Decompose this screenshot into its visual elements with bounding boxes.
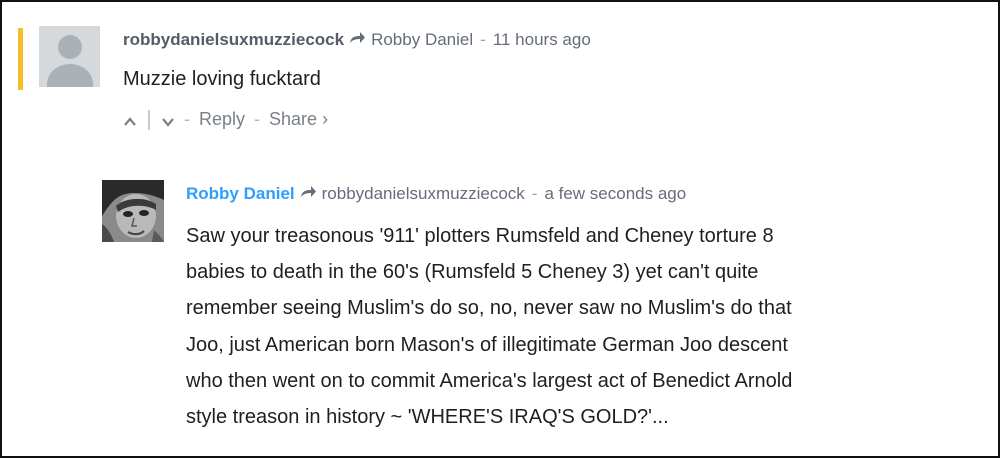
- chevron-down-icon[interactable]: [161, 113, 175, 127]
- avatar[interactable]: [39, 26, 100, 87]
- comment-body: Saw your treasonous '911' plotters Rumsf…: [186, 218, 986, 435]
- comment-actions: - Reply - Share ›: [123, 109, 328, 130]
- highlight-bar: [18, 28, 23, 90]
- reply-arrow-icon: [300, 185, 317, 203]
- comment-author[interactable]: robbydanielsuxmuzziecock: [123, 30, 344, 50]
- reply-button[interactable]: Reply: [199, 109, 245, 130]
- comment-author[interactable]: Robby Daniel: [186, 184, 295, 204]
- action-separator: -: [184, 109, 190, 129]
- avatar-head-shape: [58, 35, 82, 59]
- chevron-up-icon[interactable]: [123, 113, 137, 127]
- comment-thread: robbydanielsuxmuzziecock Robby Daniel - …: [0, 0, 1000, 458]
- comment-timestamp[interactable]: 11 hours ago: [493, 30, 591, 50]
- comment-timestamp[interactable]: a few seconds ago: [544, 184, 686, 204]
- vote-divider: [148, 109, 150, 130]
- comment-body: Muzzie loving fucktard: [123, 68, 321, 90]
- comment-line: remember seeing Muslim's do so, no, neve…: [186, 297, 792, 320]
- comment-line: style treason in history ~ 'WHERE'S IRAQ…: [186, 406, 669, 429]
- meta-separator: -: [531, 184, 538, 203]
- comment-line: Saw your treasonous '911' plotters Rumsf…: [186, 225, 774, 247]
- comment-line: babies to death in the 60's (Rumsfeld 5 …: [186, 261, 759, 284]
- comment-meta: Robby Daniel robbydanielsuxmuzziecock - …: [186, 184, 686, 204]
- reply-arrow-icon: [349, 31, 366, 49]
- comment-line: Joo, just American born Mason's of illeg…: [186, 333, 788, 356]
- action-separator: -: [254, 109, 261, 129]
- avatar-photo-image: [102, 180, 164, 242]
- reply-to-author[interactable]: robbydanielsuxmuzziecock: [322, 184, 525, 204]
- avatar[interactable]: [102, 180, 164, 242]
- share-button[interactable]: Share ›: [269, 109, 328, 130]
- avatar-body-shape: [47, 64, 93, 87]
- comment-meta: robbydanielsuxmuzziecock Robby Daniel - …: [123, 30, 591, 50]
- reply-to-author[interactable]: Robby Daniel: [371, 30, 473, 50]
- comment-line: who then went on to commit America's lar…: [186, 369, 793, 392]
- meta-separator: -: [480, 30, 486, 49]
